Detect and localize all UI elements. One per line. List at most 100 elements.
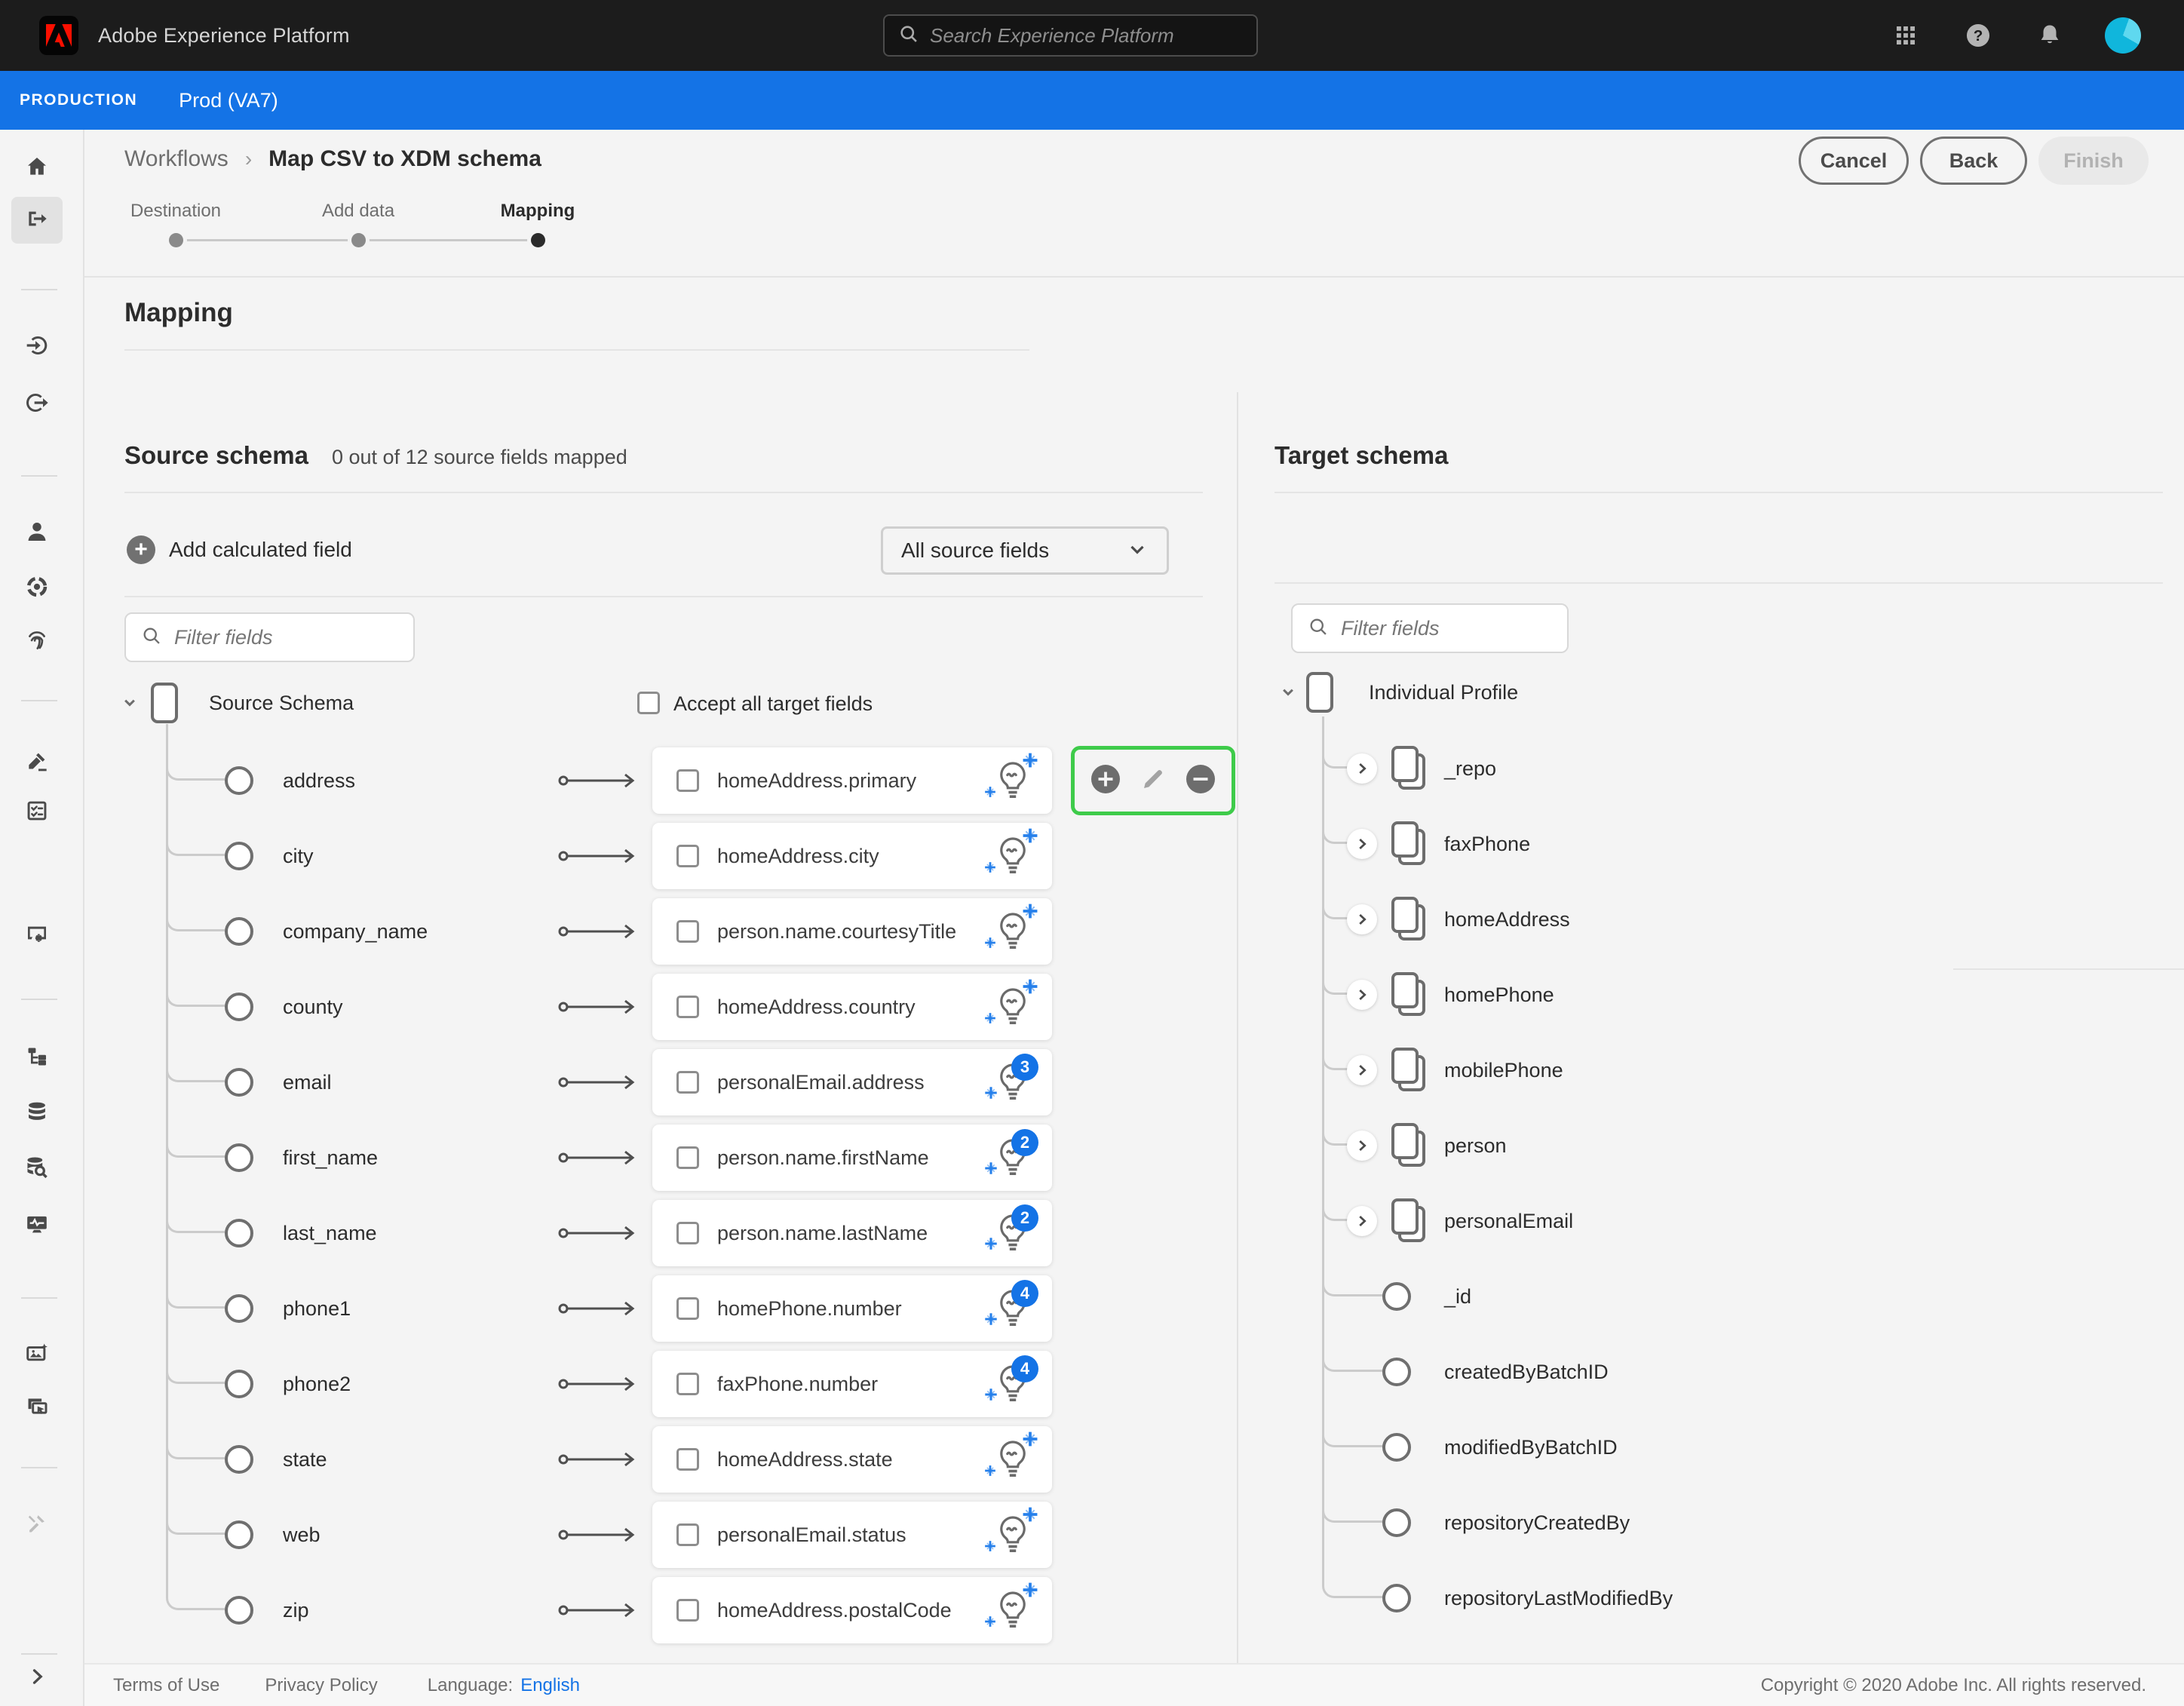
sidebar-item-home[interactable] — [15, 146, 59, 190]
user-avatar[interactable] — [2105, 17, 2141, 54]
suggestion-count-badge[interactable]: 4 — [1011, 1280, 1038, 1307]
suggestion-lightbulb-icon[interactable] — [993, 795, 1032, 808]
object-node-icon[interactable] — [1391, 897, 1431, 944]
sidebar-item-offers[interactable] — [15, 1333, 59, 1376]
source-field-node[interactable] — [225, 1520, 253, 1549]
environment-name[interactable]: Prod (VA7) — [179, 89, 278, 112]
privacy-policy-link[interactable]: Privacy Policy — [265, 1675, 377, 1696]
target-field-box[interactable]: person.name.firstName 2 — [652, 1125, 1052, 1191]
source-root-node-icon[interactable] — [151, 683, 178, 723]
search-input[interactable] — [930, 24, 1243, 48]
sidebar-item-tools[interactable] — [15, 1502, 59, 1546]
suggestion-lightbulb-icon[interactable] — [993, 1021, 1032, 1034]
target-field-checkbox[interactable] — [676, 1146, 699, 1169]
target-field-box[interactable]: homeAddress.postalCode — [652, 1577, 1052, 1643]
sidebar-item-destinations[interactable] — [15, 382, 59, 426]
target-field-checkbox[interactable] — [676, 996, 699, 1018]
sidebar-item-datasets[interactable] — [15, 1091, 59, 1135]
terms-of-use-link[interactable]: Terms of Use — [113, 1675, 219, 1696]
expand-node-button[interactable] — [1347, 1206, 1377, 1236]
sidebar-item-app-settings[interactable] — [15, 913, 59, 957]
target-root-node-icon[interactable] — [1306, 672, 1333, 713]
target-field-checkbox[interactable] — [676, 769, 699, 792]
target-field-box[interactable]: homeAddress.state — [652, 1426, 1052, 1493]
object-node-icon[interactable] — [1391, 746, 1431, 793]
help-icon[interactable]: ? — [1960, 17, 1996, 54]
source-field-node[interactable] — [225, 1219, 253, 1247]
breadcrumb-workflows[interactable]: Workflows — [124, 146, 229, 172]
target-field-checkbox[interactable] — [676, 1523, 699, 1546]
sidebar-item-schemas[interactable] — [15, 1036, 59, 1080]
expand-node-button[interactable] — [1347, 980, 1377, 1010]
add-mapping-button[interactable] — [1090, 763, 1121, 799]
object-node-icon[interactable] — [1391, 1048, 1431, 1094]
source-field-node[interactable] — [225, 1068, 253, 1097]
suggestion-lightbulb-icon[interactable] — [993, 1323, 1032, 1336]
apps-grid-icon[interactable] — [1888, 17, 1924, 54]
target-field-box[interactable]: person.name.lastName 2 — [652, 1200, 1052, 1266]
target-field-box[interactable]: homeAddress.country — [652, 974, 1052, 1040]
source-field-node[interactable] — [225, 917, 253, 946]
sidebar-item-queries[interactable] — [15, 1146, 59, 1190]
leaf-node-icon[interactable] — [1382, 1358, 1411, 1386]
source-field-node[interactable] — [225, 993, 253, 1021]
leaf-node-icon[interactable] — [1382, 1584, 1411, 1612]
suggestion-count-badge[interactable]: 4 — [1011, 1355, 1038, 1382]
suggestion-lightbulb-icon[interactable] — [993, 870, 1032, 883]
target-field-checkbox[interactable] — [676, 845, 699, 867]
sidebar-item-expand[interactable] — [15, 1656, 59, 1700]
sidebar-item-tasks[interactable] — [15, 790, 59, 834]
sidebar-item-audiences[interactable] — [15, 566, 59, 610]
suggestion-count-badge[interactable]: 2 — [1011, 1204, 1038, 1232]
notifications-bell-icon[interactable] — [2032, 17, 2068, 54]
sidebar-item-models[interactable] — [15, 741, 59, 784]
source-field-node[interactable] — [225, 1294, 253, 1323]
expand-node-button[interactable] — [1347, 1131, 1377, 1161]
suggestion-count-badge[interactable]: 2 — [1011, 1129, 1038, 1156]
target-field-checkbox[interactable] — [676, 1448, 699, 1471]
suggestion-lightbulb-icon[interactable] — [993, 1474, 1032, 1487]
target-field-checkbox[interactable] — [676, 1071, 699, 1094]
target-field-box[interactable]: faxPhone.number 4 — [652, 1351, 1052, 1417]
suggestion-lightbulb-icon[interactable] — [993, 1097, 1032, 1109]
sidebar-item-sources[interactable] — [15, 325, 59, 369]
target-field-checkbox[interactable] — [676, 1599, 699, 1622]
source-field-node[interactable] — [225, 1596, 253, 1625]
language-value-link[interactable]: English — [520, 1675, 580, 1696]
target-field-box[interactable]: homePhone.number 4 — [652, 1275, 1052, 1342]
accept-all-checkbox[interactable] — [637, 692, 660, 714]
edit-mapping-button[interactable] — [1140, 766, 1167, 796]
leaf-node-icon[interactable] — [1382, 1508, 1411, 1537]
source-field-node[interactable] — [225, 1445, 253, 1474]
sidebar-item-workflows[interactable] — [15, 198, 59, 242]
target-filter-field[interactable] — [1291, 603, 1569, 653]
target-field-checkbox[interactable] — [676, 1373, 699, 1395]
suggestion-lightbulb-icon[interactable] — [993, 1398, 1032, 1411]
target-field-box[interactable]: homeAddress.city — [652, 823, 1052, 889]
object-node-icon[interactable] — [1391, 1123, 1431, 1170]
expand-node-button[interactable] — [1347, 1055, 1377, 1085]
object-node-icon[interactable] — [1391, 1198, 1431, 1245]
target-field-box[interactable]: personalEmail.status — [652, 1502, 1052, 1568]
add-calculated-field-button[interactable]: + Add calculated field — [127, 535, 352, 564]
sidebar-item-monitoring[interactable] — [15, 1204, 59, 1247]
suggestion-count-badge[interactable]: 3 — [1011, 1054, 1038, 1081]
source-fields-dropdown[interactable]: All source fields — [881, 526, 1169, 575]
source-root-expander[interactable] — [119, 692, 140, 716]
step-destination[interactable]: Destination — [93, 201, 259, 222]
target-field-checkbox[interactable] — [676, 1222, 699, 1244]
source-filter-field[interactable] — [124, 612, 415, 662]
cancel-button[interactable]: Cancel — [1799, 137, 1909, 185]
sidebar-item-identities[interactable] — [15, 618, 59, 662]
leaf-node-icon[interactable] — [1382, 1433, 1411, 1462]
target-filter-input[interactable] — [1341, 617, 1552, 640]
adobe-logo-icon[interactable] — [39, 16, 78, 55]
target-field-checkbox[interactable] — [676, 920, 699, 943]
source-field-node[interactable] — [225, 766, 253, 795]
leaf-node-icon[interactable] — [1382, 1282, 1411, 1311]
source-field-node[interactable] — [225, 842, 253, 870]
object-node-icon[interactable] — [1391, 821, 1431, 868]
target-field-box[interactable]: personalEmail.address 3 — [652, 1049, 1052, 1115]
target-root-expander[interactable] — [1278, 681, 1299, 706]
step-add-data[interactable]: Add data — [275, 201, 441, 222]
